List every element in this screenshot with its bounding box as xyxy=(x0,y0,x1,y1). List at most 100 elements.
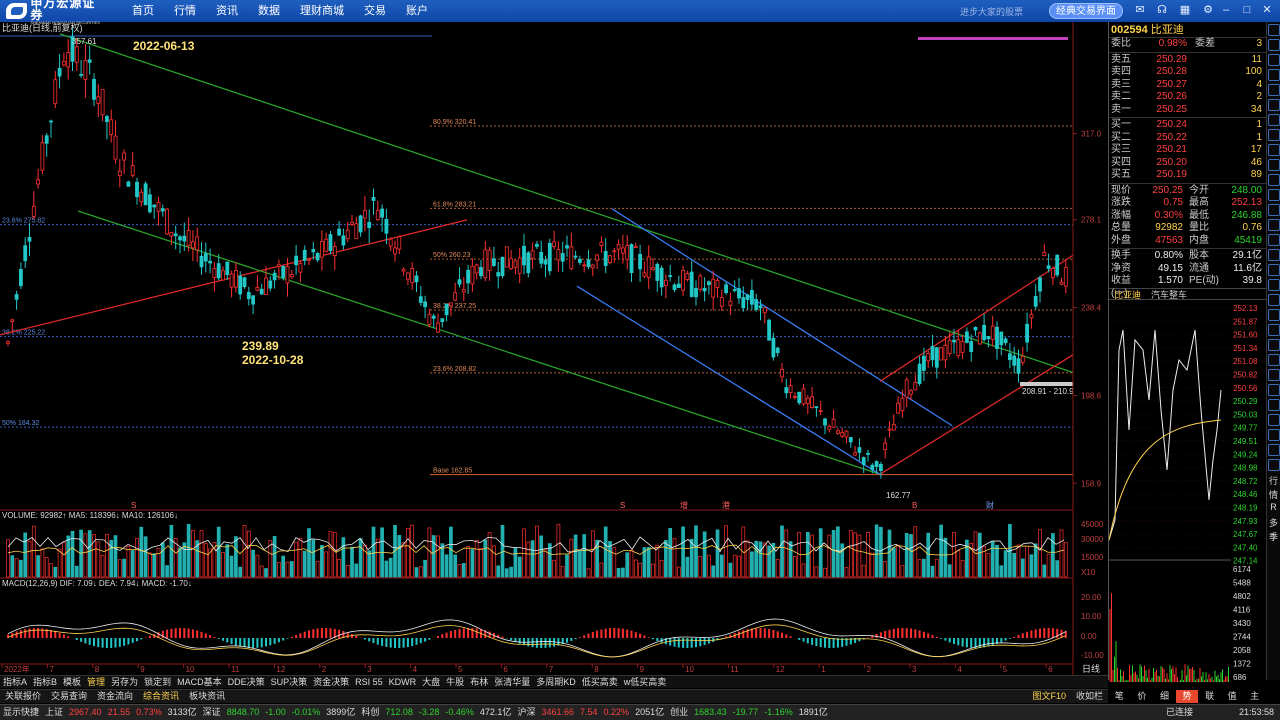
side-tool-icon[interactable] xyxy=(1268,399,1280,411)
side-tool-label[interactable]: 行 xyxy=(1267,474,1280,488)
nav-trade[interactable]: 交易 xyxy=(354,0,396,22)
side-tool-label[interactable]: R xyxy=(1267,502,1280,516)
index-name[interactable]: 创业 xyxy=(667,705,691,720)
quote-bottom-tab[interactable]: 细 xyxy=(1153,690,1176,703)
sells-row[interactable]: 卖三 250.27 4 xyxy=(1109,79,1266,92)
classic-trade-button[interactable]: 经典交易界面 xyxy=(1049,3,1123,19)
index-name[interactable]: 上证 xyxy=(42,705,66,720)
nav-home[interactable]: 首页 xyxy=(122,0,164,22)
buys-row[interactable]: 买四 250.20 46 xyxy=(1109,157,1266,170)
indicator-tab[interactable]: 布林 xyxy=(467,676,491,688)
message-icon[interactable]: ✉ xyxy=(1133,3,1147,17)
indicator-tab[interactable]: 模板 xyxy=(60,676,84,688)
nav-quotes[interactable]: 行情 xyxy=(164,0,206,22)
minimize-icon[interactable]: – xyxy=(1219,3,1233,17)
close-icon[interactable]: ✕ xyxy=(1260,3,1274,17)
sells-row[interactable]: 卖五 250.29 11 xyxy=(1109,54,1266,67)
indicator-tab[interactable]: DDE决策 xyxy=(225,676,268,688)
info-tab[interactable]: 交易查询 xyxy=(46,690,92,703)
headset-icon[interactable]: ☊ xyxy=(1155,3,1169,17)
side-tool-label[interactable]: 情 xyxy=(1267,488,1280,502)
side-tool-icon[interactable] xyxy=(1268,414,1280,426)
side-tool-icon[interactable] xyxy=(1268,369,1280,381)
side-tool-icon[interactable] xyxy=(1268,114,1280,126)
side-tool-icon[interactable] xyxy=(1268,129,1280,141)
side-tool-icon[interactable] xyxy=(1268,39,1280,51)
indicator-tab[interactable]: 牛股 xyxy=(443,676,467,688)
side-tool-icon[interactable] xyxy=(1268,234,1280,246)
indicator-tab[interactable]: 大盘 xyxy=(419,676,443,688)
info-right-tab[interactable]: 图文F10 xyxy=(1027,690,1071,703)
side-tool-icon[interactable] xyxy=(1268,429,1280,441)
side-tool-icon[interactable] xyxy=(1268,339,1280,351)
side-tool-icon[interactable] xyxy=(1268,384,1280,396)
indicator-tab[interactable]: 资金决策 xyxy=(310,676,352,688)
quote-bottom-tab[interactable]: 联 xyxy=(1198,690,1221,703)
quote-bottom-tab[interactable]: 主 xyxy=(1243,690,1266,703)
side-tool-icon[interactable] xyxy=(1268,459,1280,471)
indicator-tab[interactable]: 管理 xyxy=(84,676,108,688)
side-tool-icon[interactable] xyxy=(1268,69,1280,81)
grid-icon[interactable]: ▦ xyxy=(1178,3,1192,17)
info-tab[interactable]: 综合资讯 xyxy=(138,690,184,703)
indicator-tab[interactable]: 锁定到 xyxy=(141,676,174,688)
settings-icon[interactable]: ⚙ xyxy=(1201,3,1215,17)
sells-row[interactable]: 卖二 250.26 2 xyxy=(1109,91,1266,104)
indicator-tab[interactable]: SUP决策 xyxy=(268,676,311,688)
indicator-tab[interactable]: MACD基本 xyxy=(174,676,225,688)
indicator-tab[interactable]: 指标A xyxy=(0,676,30,688)
quote-bottom-tab[interactable]: 值 xyxy=(1221,690,1244,703)
side-tool-icon[interactable] xyxy=(1268,444,1280,456)
intraday-chart[interactable]: 252.13 251.87 251.60 251.34 251.08 250.82 250.… xyxy=(1108,300,1267,684)
buys-row[interactable]: 买二 250.22 1 xyxy=(1109,132,1266,145)
index-name[interactable]: 沪深 xyxy=(514,705,538,720)
nav-wealth-mall[interactable]: 理财商城 xyxy=(290,0,354,22)
info-tab[interactable]: 板块资讯 xyxy=(184,690,230,703)
side-tool-icon[interactable] xyxy=(1268,324,1280,336)
side-tool-icon[interactable] xyxy=(1268,54,1280,66)
indicator-tab[interactable]: w低买高卖 xyxy=(621,676,670,688)
info-tab[interactable]: 资金流向 xyxy=(92,690,138,703)
side-tool-label[interactable]: 多 xyxy=(1267,516,1280,530)
sells-row[interactable]: 卖一 250.25 34 xyxy=(1109,104,1266,117)
tab-stock[interactable]: 比亚迪 xyxy=(1109,289,1146,300)
buys-row[interactable]: 买三 250.21 17 xyxy=(1109,144,1266,157)
tab-sector[interactable]: 汽车整车 xyxy=(1146,289,1192,300)
side-tool-icon[interactable] xyxy=(1268,189,1280,201)
side-tool-icon[interactable] xyxy=(1268,294,1280,306)
indicator-tab[interactable]: 张清华量 xyxy=(491,676,533,688)
side-tool-icon[interactable] xyxy=(1268,279,1280,291)
side-tool-icon[interactable] xyxy=(1268,24,1280,36)
index-name[interactable]: 深证 xyxy=(200,705,224,720)
quick-display-button[interactable]: 显示快捷 xyxy=(0,705,42,720)
side-tool-icon[interactable] xyxy=(1268,264,1280,276)
quote-bottom-tab[interactable]: 价 xyxy=(1131,690,1154,703)
sells-row[interactable]: 卖四 250.28 100 xyxy=(1109,66,1266,79)
index-name[interactable]: 科创 xyxy=(358,705,382,720)
side-tool-icon[interactable] xyxy=(1268,219,1280,231)
nav-news[interactable]: 资讯 xyxy=(206,0,248,22)
kline-chart[interactable]: 80.9% 320.41 61.8% 283.21 50% 260.23 38.2% … xyxy=(0,22,1106,675)
side-tool-icon[interactable] xyxy=(1268,249,1280,261)
nav-data[interactable]: 数据 xyxy=(248,0,290,22)
side-tool-icon[interactable] xyxy=(1268,99,1280,111)
info-tab[interactable]: 关联报价 xyxy=(0,690,46,703)
quote-bottom-tab[interactable]: 势 xyxy=(1175,690,1199,703)
indicator-tab[interactable]: 指标B xyxy=(30,676,60,688)
buys-row[interactable]: 买一 250.24 1 xyxy=(1109,119,1266,132)
side-tool-icon[interactable] xyxy=(1268,159,1280,171)
side-tool-icon[interactable] xyxy=(1268,174,1280,186)
quote-bottom-tab[interactable]: 笔 xyxy=(1108,690,1131,703)
indicator-tab[interactable]: 另存为 xyxy=(108,676,141,688)
nav-account[interactable]: 账户 xyxy=(396,0,438,22)
side-tool-icon[interactable] xyxy=(1268,309,1280,321)
indicator-tab[interactable]: KDWR xyxy=(386,676,420,688)
indicator-tab[interactable]: RSI 55 xyxy=(352,676,386,688)
info-right-tab[interactable]: 收如栏 xyxy=(1071,690,1108,703)
buys-row[interactable]: 买五 250.19 89 xyxy=(1109,169,1266,182)
indicator-tab[interactable]: 多周期KD xyxy=(533,676,579,688)
indicator-tab[interactable]: 低买高卖 xyxy=(579,676,621,688)
side-tool-icon[interactable] xyxy=(1268,354,1280,366)
side-tool-icon[interactable] xyxy=(1268,144,1280,156)
side-tool-icon[interactable] xyxy=(1268,204,1280,216)
